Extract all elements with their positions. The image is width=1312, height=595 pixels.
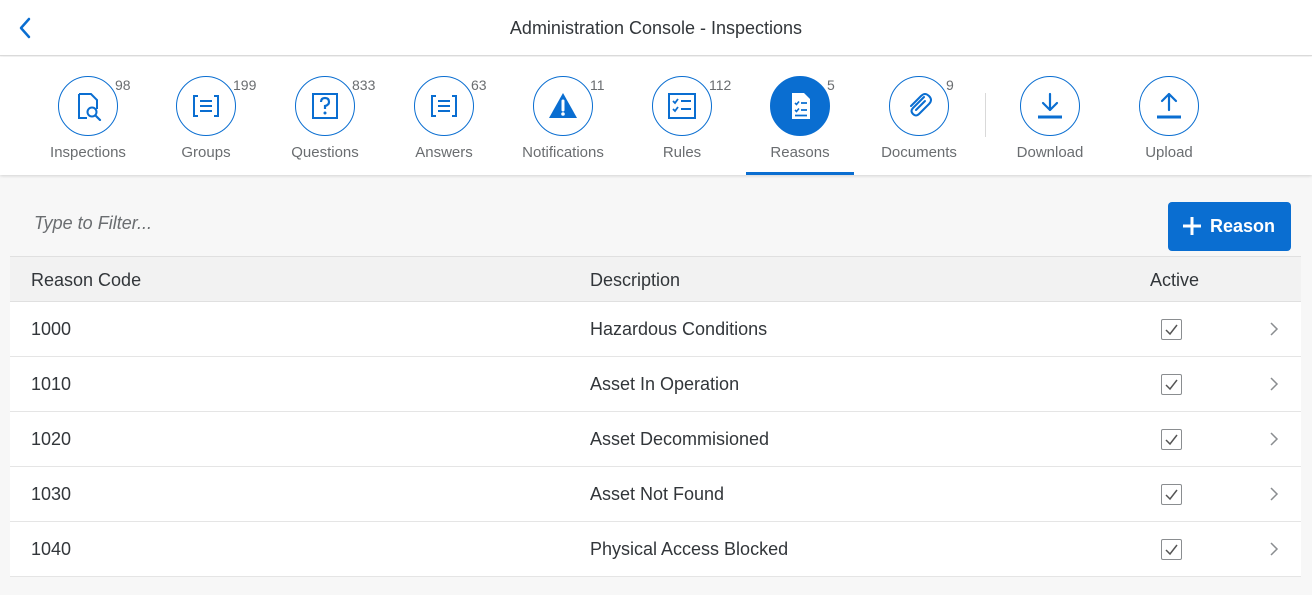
tab-count: 112 — [709, 77, 732, 93]
checklist-icon — [652, 76, 712, 136]
active-checkbox[interactable] — [1161, 374, 1182, 395]
tab-count: 11 — [590, 77, 605, 93]
list-icon — [414, 76, 474, 136]
tab-label: Reasons — [770, 144, 830, 161]
paperclip-icon — [889, 76, 949, 136]
description-cell: Asset Decommisioned — [590, 429, 770, 449]
chevron-right-icon[interactable] — [1269, 431, 1279, 447]
checkmark-icon — [1165, 544, 1178, 556]
tab-questions[interactable]: 833 Questions — [270, 75, 380, 175]
active-checkbox[interactable] — [1161, 539, 1182, 560]
table-row[interactable]: 1000 Hazardous Conditions — [10, 302, 1301, 357]
active-checkbox[interactable] — [1161, 429, 1182, 450]
tab-label: Upload — [1145, 144, 1193, 161]
checkmark-icon — [1165, 379, 1178, 391]
tab-label: Questions — [291, 144, 359, 161]
tab-label: Documents — [881, 144, 957, 161]
active-checkbox[interactable] — [1161, 484, 1182, 505]
tab-inspections[interactable]: 98 Inspections — [33, 75, 143, 175]
checklist-document-icon — [770, 76, 830, 136]
question-mark-icon — [295, 76, 355, 136]
tab-selected-indicator — [746, 172, 854, 175]
chevron-right-icon[interactable] — [1269, 486, 1279, 502]
table-header: Reason Code Description Active — [10, 256, 1301, 302]
list-icon — [176, 76, 236, 136]
tab-bar: 98 Inspections 199 Groups 833 Questions … — [0, 57, 1312, 175]
page-title: Administration Console - Inspections — [509, 18, 803, 38]
active-checkbox[interactable] — [1161, 319, 1182, 340]
chevron-right-icon[interactable] — [1269, 541, 1279, 557]
app-header: Administration Console - Inspections — [0, 0, 1312, 56]
table-row[interactable]: 1030 Asset Not Found — [10, 467, 1301, 522]
tab-groups[interactable]: 199 Groups — [151, 75, 261, 175]
tab-count: 9 — [946, 77, 954, 93]
tab-count: 63 — [471, 77, 487, 93]
chevron-right-icon[interactable] — [1269, 376, 1279, 392]
tab-count: 5 — [827, 77, 835, 93]
tab-label: Notifications — [522, 144, 604, 161]
tab-label: Inspections — [50, 144, 126, 161]
reason-code-cell: 1000 — [31, 319, 72, 339]
checkmark-icon — [1165, 324, 1178, 336]
warning-icon — [533, 76, 593, 136]
description-cell: Asset In Operation — [590, 374, 740, 394]
filter-input[interactable] — [34, 213, 734, 234]
description-cell: Hazardous Conditions — [590, 319, 768, 339]
column-header-description[interactable]: Description — [590, 270, 680, 291]
tab-label: Download — [1016, 144, 1084, 161]
reasons-table: Reason Code Description Active 1000 Haza… — [10, 256, 1301, 577]
tab-rules[interactable]: 112 Rules — [627, 75, 737, 175]
inspection-search-icon — [58, 76, 118, 136]
checkmark-icon — [1165, 434, 1178, 446]
add-reason-button[interactable]: Reason — [1168, 202, 1291, 251]
table-row[interactable]: 1010 Asset In Operation — [10, 357, 1301, 412]
tab-reasons[interactable]: 5 Reasons — [745, 75, 855, 175]
chevron-right-icon[interactable] — [1269, 321, 1279, 337]
plus-icon — [1183, 217, 1201, 235]
reason-code-cell: 1020 — [31, 429, 72, 449]
tab-label: Answers — [415, 144, 473, 161]
tab-label: Groups — [181, 144, 231, 161]
tab-label: Rules — [662, 144, 702, 161]
upload-icon — [1139, 76, 1199, 136]
checkmark-icon — [1165, 489, 1178, 501]
add-reason-label: Reason — [1210, 216, 1276, 236]
tab-count: 199 — [233, 77, 257, 93]
column-header-active[interactable]: Active — [1150, 270, 1199, 291]
tab-notifications[interactable]: 11 Notifications — [508, 75, 618, 175]
tab-answers[interactable]: 63 Answers — [389, 75, 499, 175]
reason-code-cell: 1040 — [31, 539, 72, 559]
tab-download[interactable]: Download — [995, 75, 1105, 175]
table-row[interactable]: 1020 Asset Decommisioned — [10, 412, 1301, 467]
tab-divider — [985, 93, 986, 137]
tab-upload[interactable]: Upload — [1114, 75, 1224, 175]
column-header-reason-code[interactable]: Reason Code — [31, 270, 141, 291]
description-cell: Physical Access Blocked — [590, 539, 789, 559]
download-icon — [1020, 76, 1080, 136]
description-cell: Asset Not Found — [590, 484, 725, 504]
reason-code-cell: 1030 — [31, 484, 72, 504]
tab-count: 833 — [352, 77, 376, 93]
tab-documents[interactable]: 9 Documents — [864, 75, 974, 175]
table-row[interactable]: 1040 Physical Access Blocked — [10, 522, 1301, 577]
reason-code-cell: 1010 — [31, 374, 72, 394]
tab-count: 98 — [115, 77, 131, 93]
